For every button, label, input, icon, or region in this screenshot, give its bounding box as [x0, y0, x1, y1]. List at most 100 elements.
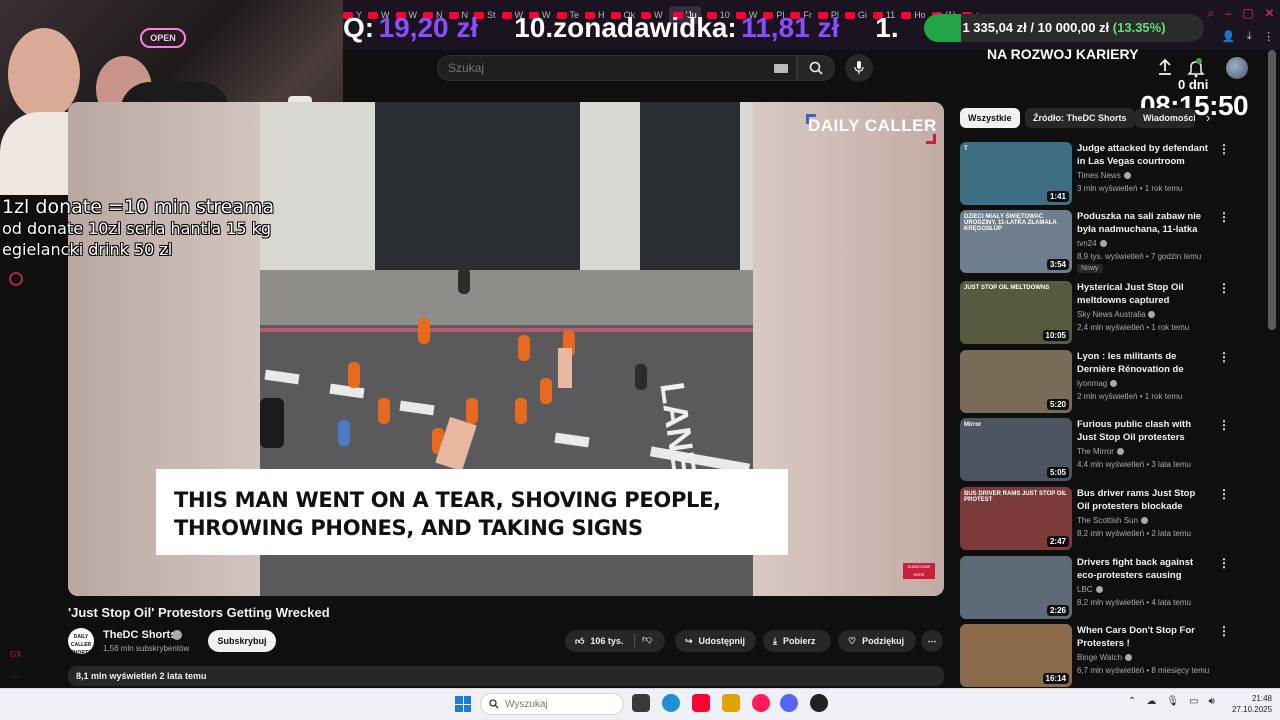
taskbar-search[interactable] [480, 693, 624, 715]
video-title[interactable]: Furious public clash with Just Stop Oil … [1077, 418, 1209, 445]
thanks-button[interactable]: ♡ Podziękuj [838, 630, 916, 652]
discord-icon[interactable] [780, 694, 798, 712]
microphone-icon [854, 61, 864, 74]
search-button[interactable] [797, 55, 835, 81]
obs-icon[interactable] [810, 694, 828, 712]
chip-source[interactable]: Źródło: TheDC Shorts [1025, 108, 1135, 128]
menu-icon[interactable]: ⋮ [1263, 30, 1274, 46]
channel-name[interactable]: Sky News Australia [1077, 310, 1156, 319]
windows-start-icon[interactable] [455, 696, 471, 712]
more-options-icon[interactable]: ⋮ [1218, 143, 1230, 155]
snipping-tool-icon[interactable] [722, 694, 740, 712]
share-button[interactable]: ↪ Udostępnij [675, 630, 756, 652]
video-sidewalk [260, 270, 753, 330]
settings-icon[interactable] [9, 272, 23, 286]
taskbar-clock[interactable]: 21:48 27.10.2025 [1232, 693, 1272, 715]
video-title[interactable]: Hysterical Just Stop Oil meltdowns captu… [1077, 281, 1209, 307]
ticker-label: Q: [343, 12, 375, 43]
recommended-video[interactable]: 2:26 Drivers fight back against eco-prote… [960, 556, 1260, 620]
account-avatar[interactable] [1226, 57, 1248, 79]
daily-caller-logo: DAILY CALLER [808, 116, 937, 135]
video-thumbnail[interactable]: BUS DRIVER RAMS JUST STOP OIL PROTEST 2:4… [960, 487, 1072, 550]
volume-icon[interactable]: 🔊︎ [1209, 696, 1215, 707]
chevron-up-icon[interactable]: ⌃ [1128, 696, 1136, 707]
video-title[interactable]: Bus driver rams Just Stop Oil protesters… [1077, 487, 1209, 514]
more-actions-button[interactable]: ⋯ [921, 630, 943, 652]
search-input[interactable] [448, 61, 748, 75]
profile-icon[interactable]: 👤 [1222, 30, 1236, 46]
more-options-icon[interactable]: ⋮ [1218, 419, 1230, 431]
taskbar-search-input[interactable] [505, 698, 615, 710]
maximize-icon[interactable]: ▢ [1242, 6, 1253, 24]
download-icon[interactable]: ⤓ [1247, 30, 1252, 46]
channel-name[interactable]: Binge Watch [1077, 653, 1133, 662]
more-options-icon[interactable]: ⋮ [1218, 351, 1230, 363]
channel-name[interactable]: Times News [1077, 171, 1131, 180]
stream-overlay-line: od donate 10zl seria hantla 15 kg [2, 219, 272, 238]
notification-bell-icon[interactable] [1186, 58, 1206, 78]
keyboard-icon[interactable] [774, 64, 788, 73]
chip-all[interactable]: Wszystkie [960, 108, 1020, 128]
chip-news[interactable]: Wiadomości [1135, 108, 1195, 128]
video-title[interactable]: Poduszka na sali zabaw nie była nadmucha… [1077, 210, 1209, 237]
channel-label: LBC [1077, 585, 1093, 594]
chevron-right-icon[interactable]: › [1206, 110, 1210, 125]
search-tabs-icon[interactable]: ⌕ [1207, 6, 1214, 24]
video-thumbnail[interactable]: 5:20 [960, 350, 1072, 413]
dislike-icon[interactable]: 👎︎ [642, 633, 652, 645]
channel-name[interactable]: The Mirror [1077, 447, 1124, 456]
recommended-video[interactable]: JUST STOP OIL MELTDOWNS 10:05 Hysterical J… [960, 281, 1260, 345]
recommended-video[interactable]: 16:14 When Cars Don't Stop For Protesters… [960, 624, 1260, 688]
video-thumbnail[interactable]: 16:14 [960, 624, 1072, 687]
description-box[interactable]: 8,1 mln wyświetleń 2 lata temu [68, 666, 944, 686]
gx-icon[interactable]: GX [10, 650, 22, 659]
video-thumbnail[interactable]: 2:26 [960, 556, 1072, 619]
voice-search-button[interactable] [845, 54, 873, 82]
recommended-video[interactable]: BUS DRIVER RAMS JUST STOP OIL PROTEST 2:4… [960, 487, 1260, 551]
channel-name[interactable]: tvn24 [1077, 239, 1107, 248]
video-duration: 3:54 [1046, 259, 1069, 270]
more-options-icon[interactable]: ⋮ [1218, 282, 1230, 294]
minimize-icon[interactable]: – [1225, 6, 1232, 24]
task-view-icon[interactable] [632, 694, 650, 712]
video-thumbnail[interactable]: JUST STOP OIL MELTDOWNS 10:05 [960, 281, 1072, 344]
stream-overlay-line: 1zl donate =10 min streama [2, 196, 275, 218]
edge-icon[interactable] [662, 694, 680, 712]
video-thumbnail[interactable]: Mirror 5:05 [960, 418, 1072, 481]
display-icon[interactable]: ▭ [1189, 696, 1198, 707]
recommended-video[interactable]: 5:20 Lyon : les militants de Dernière Rén… [960, 350, 1260, 414]
channel-name[interactable]: The Scottish Sun [1077, 516, 1148, 525]
video-meta: 4,4 mln wyświetleń • 3 lata temu [1077, 460, 1191, 469]
opera-gx-icon[interactable] [752, 694, 770, 712]
upload-icon[interactable] [1156, 58, 1174, 76]
download-button[interactable]: ⤓ Pobierz [763, 630, 831, 652]
video-thumbnail[interactable]: T 1:41 [960, 142, 1072, 205]
more-options-icon[interactable]: ⋮ [1218, 211, 1230, 223]
more-options-icon[interactable]: ⋮ [1218, 557, 1230, 569]
cloud-icon[interactable]: ☁ [1146, 696, 1156, 707]
more-options-icon[interactable]: ⋮ [1218, 488, 1230, 500]
recommended-video[interactable]: T 1:41 Judge attacked by defendant in Las … [960, 142, 1260, 206]
thumbs-up-icon: 👍︎ [575, 635, 585, 646]
video-duration: 1:41 [1046, 191, 1069, 202]
video-title[interactable]: Lyon : les militants de Dernière Rénovat… [1077, 350, 1209, 377]
subscribe-button[interactable]: Subskrybuj [208, 630, 276, 652]
video-title[interactable]: Judge attacked by defendant in Las Vegas… [1077, 142, 1209, 168]
video-title[interactable]: Drivers fight back against eco-protester… [1077, 556, 1209, 583]
recommended-video[interactable]: DZIECI MIAŁY ŚWIĘTOWAĆ URODZINY, 11-LATK… [960, 210, 1260, 274]
recommended-video[interactable]: Mirror 5:05 Furious public clash with Just… [960, 418, 1260, 482]
more-options-icon[interactable]: ⋮ [1218, 625, 1230, 637]
channel-name[interactable]: LBC [1077, 585, 1103, 594]
video-title[interactable]: When Cars Don't Stop For Protesters ! [1077, 624, 1209, 650]
youtube-icon[interactable] [692, 694, 710, 712]
channel-avatar[interactable]: DAILY CALLER SHORTS [68, 628, 94, 656]
verified-icon [1099, 240, 1107, 248]
more-icon[interactable]: ⋯ [10, 672, 20, 683]
microphone-icon[interactable]: 🎙︎ [1166, 696, 1179, 707]
channel-name[interactable]: lyonmag [1077, 379, 1118, 388]
channel-name[interactable]: TheDC Shorts [103, 629, 176, 641]
close-icon[interactable]: ✕ [1265, 6, 1275, 24]
video-thumbnail[interactable]: DZIECI MIAŁY ŚWIĘTOWAĆ URODZINY, 11-LATK… [960, 210, 1072, 273]
scrollbar[interactable] [1268, 50, 1276, 330]
verified-icon [1125, 654, 1133, 662]
